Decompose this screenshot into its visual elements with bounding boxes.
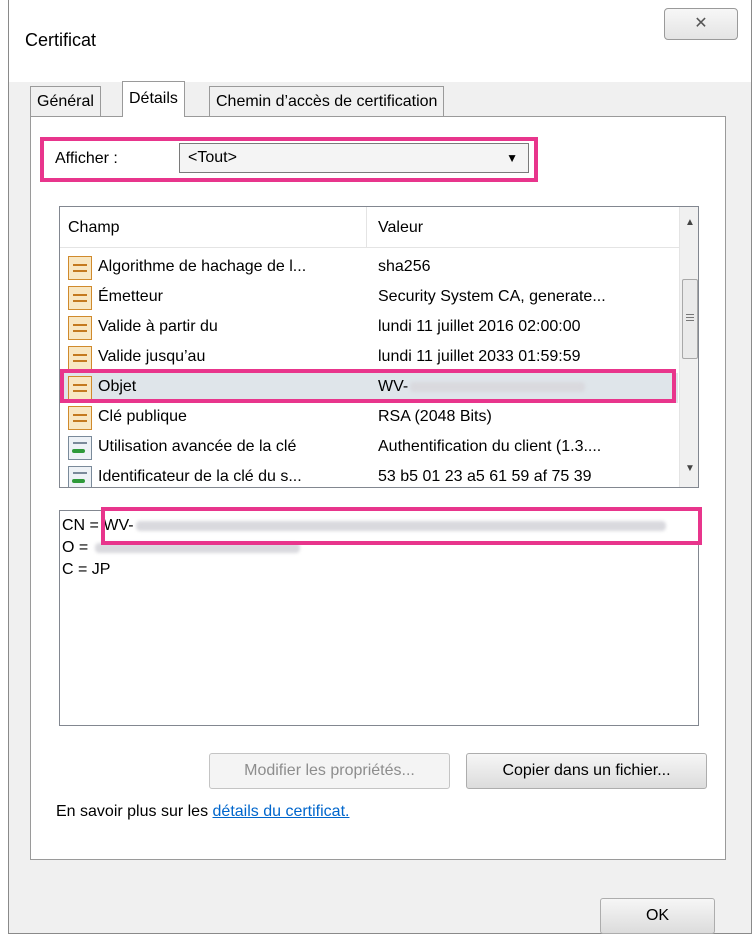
column-header-value[interactable]: Valeur	[378, 219, 423, 237]
detail-prefix: CN =	[62, 517, 104, 534]
list-item[interactable]: Identificateur de la clé du s... 53 b5 0…	[60, 463, 678, 487]
field-detail-box[interactable]: CN = WV- O = C = JP	[59, 510, 699, 726]
field-name: Objet	[98, 378, 137, 395]
field-name: Utilisation avancée de la clé	[98, 438, 297, 455]
certificate-field-icon	[68, 376, 92, 400]
certificate-extension-icon	[68, 466, 92, 487]
certificate-field-icon	[68, 256, 92, 280]
grip-line	[686, 314, 694, 315]
detail-line-c: C = JP	[62, 559, 110, 581]
learn-more-label: En savoir plus sur les	[56, 803, 209, 820]
field-value: Authentification du client (1.3....	[378, 438, 602, 455]
field-value: 53 b5 01 23 a5 61 59 af 75 39	[378, 468, 592, 485]
field-value: lundi 11 juillet 2016 02:00:00	[378, 318, 581, 335]
grip-line	[686, 317, 694, 318]
redacted-value	[410, 381, 586, 392]
title-bar: Certificat ✕	[9, 0, 751, 82]
list-item[interactable]: Algorithme de hachage de l... sha256	[60, 253, 678, 283]
list-item[interactable]: Valide jusqu’au lundi 11 juillet 2033 01…	[60, 343, 678, 373]
tab-certification-path-label: Chemin d’accès de certification	[216, 93, 438, 110]
field-value: sha256	[378, 258, 431, 275]
close-button[interactable]: ✕	[664, 8, 738, 40]
certificate-extension-icon	[68, 436, 92, 460]
fields-list[interactable]: Champ Valeur Algorithme de hachage de l.…	[59, 206, 699, 488]
detail-line-o: O =	[62, 537, 300, 559]
field-value: Security System CA, generate...	[378, 288, 606, 305]
column-divider[interactable]	[366, 207, 367, 247]
certificate-field-icon	[68, 286, 92, 310]
list-item[interactable]: Émetteur Security System CA, generate...	[60, 283, 678, 313]
list-item[interactable]: Clé publique RSA (2048 Bits)	[60, 403, 678, 433]
dropdown-arrow-icon: ▼	[506, 151, 518, 165]
detail-prefix: C =	[62, 561, 92, 578]
redacted-value	[94, 542, 300, 553]
edit-properties-button[interactable]: Modifier les propriétés...	[209, 753, 450, 789]
copy-to-file-button[interactable]: Copier dans un fichier...	[466, 753, 707, 789]
field-name: Identificateur de la clé du s...	[98, 468, 302, 485]
ok-button[interactable]: OK	[600, 898, 715, 934]
field-value-text: WV-	[378, 378, 409, 395]
column-header-field[interactable]: Champ	[68, 219, 120, 237]
field-name: Valide jusqu’au	[98, 348, 206, 365]
show-select-value: <Tout>	[188, 149, 237, 166]
field-name: Émetteur	[98, 288, 163, 305]
detail-prefix: O =	[62, 539, 93, 556]
close-icon: ✕	[694, 15, 708, 32]
vertical-scrollbar[interactable]: ▲ ▼	[679, 207, 698, 487]
grip-line	[686, 320, 694, 321]
window-title: Certificat	[25, 30, 97, 50]
list-header: Champ Valeur	[60, 207, 698, 248]
list-item-selected[interactable]: Objet WV-	[60, 373, 678, 403]
scroll-up-icon[interactable]: ▲	[680, 213, 698, 233]
field-name: Algorithme de hachage de l...	[98, 258, 307, 275]
field-name: Valide à partir du	[98, 318, 218, 335]
scroll-down-icon[interactable]: ▼	[680, 459, 698, 479]
field-name: Clé publique	[98, 408, 187, 425]
certificate-field-icon	[68, 346, 92, 370]
certificate-details-link[interactable]: détails du certificat.	[213, 803, 350, 820]
detail-line-cn: CN = WV-	[62, 515, 666, 537]
list-item[interactable]: Valide à partir du lundi 11 juillet 2016…	[60, 313, 678, 343]
redacted-value	[135, 520, 666, 531]
detail-value: WV-	[103, 517, 134, 534]
tab-certification-path[interactable]: Chemin d’accès de certification	[209, 86, 445, 116]
field-value: WV-	[378, 378, 586, 396]
show-select[interactable]: <Tout> ▼	[179, 143, 529, 173]
scrollbar-thumb[interactable]	[682, 279, 698, 359]
detail-value: JP	[91, 561, 111, 578]
learn-more-text: En savoir plus sur les détails du certif…	[56, 803, 349, 821]
show-label: Afficher :	[55, 150, 118, 167]
certificate-field-icon	[68, 316, 92, 340]
tab-general-label: Général	[37, 93, 94, 110]
field-value: RSA (2048 Bits)	[378, 408, 492, 425]
list-item[interactable]: Utilisation avancée de la clé Authentifi…	[60, 433, 678, 463]
tab-details-label: Détails	[129, 90, 178, 107]
tab-general[interactable]: Général	[30, 86, 101, 116]
field-value: lundi 11 juillet 2033 01:59:59	[378, 348, 581, 365]
tab-details[interactable]: Détails	[122, 81, 185, 117]
certificate-field-icon	[68, 406, 92, 430]
